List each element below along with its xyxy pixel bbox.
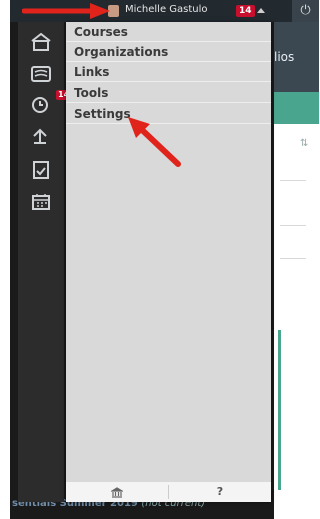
annotation-arrow-top — [22, 3, 110, 19]
home-icon[interactable] — [30, 32, 52, 52]
menu-item-organizations[interactable]: Organizations — [66, 42, 271, 62]
icon-rail: 14 — [18, 22, 72, 502]
user-name[interactable]: Michelle Gastulo — [125, 4, 208, 15]
menu-item-tools[interactable]: Tools — [66, 83, 271, 103]
menu-item-courses[interactable]: Courses — [66, 22, 271, 42]
divider — [280, 258, 306, 259]
institution-home-button[interactable] — [66, 482, 168, 502]
power-icon: ⏻ — [300, 3, 311, 18]
menu-footer: ? — [66, 482, 271, 502]
background-tab-text: lios — [274, 50, 295, 64]
calendar-icon[interactable] — [30, 192, 52, 212]
document-check-icon[interactable] — [30, 160, 52, 180]
help-button[interactable]: ? — [169, 482, 271, 502]
power-button[interactable]: ⏻ — [292, 0, 319, 22]
list-icon[interactable] — [30, 64, 52, 84]
background-tabbar: lios — [274, 22, 319, 92]
transfer-icon[interactable] — [30, 126, 52, 146]
background-teal-band — [274, 92, 319, 124]
notification-badge[interactable]: 14 — [236, 5, 255, 17]
annotation-arrow-settings — [128, 117, 181, 167]
divider — [280, 180, 306, 181]
menu-item-links[interactable]: Links — [66, 62, 271, 82]
caret-up-icon[interactable] — [257, 8, 265, 13]
user-dropdown-menu: Courses Organizations Links Tools Settin… — [66, 22, 271, 502]
divider — [280, 225, 306, 226]
background-accent-bar — [278, 330, 281, 490]
sort-icon: ⇅ — [300, 138, 309, 149]
clock-icon[interactable]: 14 — [30, 90, 72, 114]
institution-icon — [109, 487, 125, 498]
